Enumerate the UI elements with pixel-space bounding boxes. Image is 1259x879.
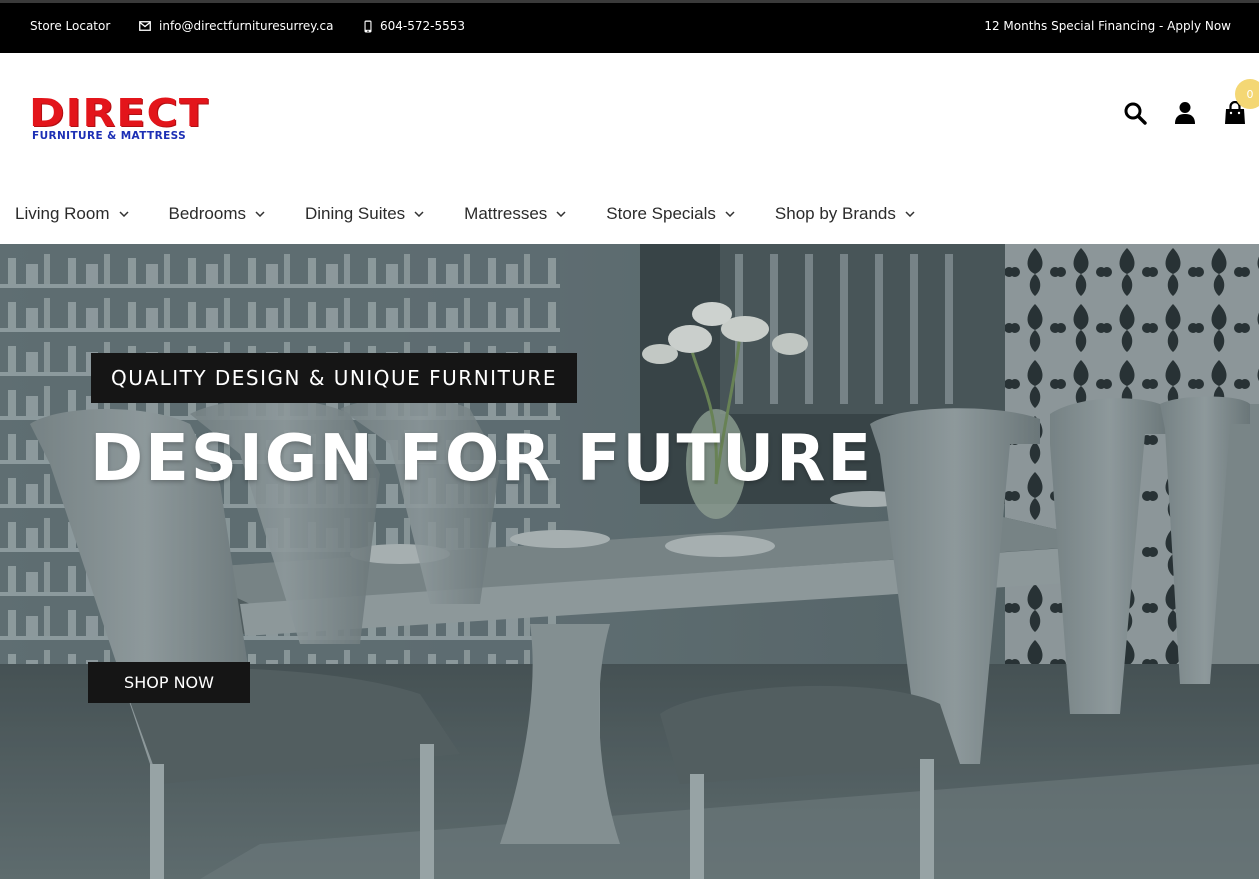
user-icon — [1174, 101, 1196, 129]
nav-item-dining-suites[interactable]: Dining Suites — [305, 204, 424, 224]
nav-item-label: Dining Suites — [304, 203, 406, 223]
header-actions: 0 — [1121, 79, 1259, 129]
financing-link[interactable]: 12 Months Special Financing - Apply Now — [984, 19, 1231, 33]
mobile-phone-icon — [364, 20, 372, 33]
site-header: DIRECT FURNITURE & MATTRESS 0 — [0, 53, 1259, 183]
phone-link[interactable]: 604-572-5553 — [364, 19, 465, 33]
nav-item-mattresses[interactable]: Mattresses — [464, 204, 566, 224]
nav-item-bedrooms[interactable]: Bedrooms — [169, 204, 265, 224]
nav-item-label: Living Room — [15, 203, 110, 223]
cart-count-badge: 0 — [1235, 79, 1259, 109]
chevron-down-icon — [255, 210, 265, 217]
nav-item-label: Shop by Brands — [774, 203, 896, 223]
envelope-icon — [139, 21, 151, 31]
chevron-down-icon — [414, 210, 424, 217]
chevron-down-icon — [118, 210, 129, 217]
main-nav: Living Room Bedrooms Dining Suites Mattr… — [0, 183, 1259, 244]
chevron-down-icon — [905, 210, 915, 217]
logo-wordmark: DIRECT — [29, 91, 210, 135]
top-bar: Store Locator info@directfurnituresurrey… — [0, 0, 1259, 53]
shop-now-button[interactable]: SHOP NOW — [88, 662, 250, 703]
search-icon — [1123, 101, 1147, 129]
nav-item-living-room[interactable]: Living Room — [15, 204, 129, 224]
logo[interactable]: DIRECT FURNITURE & MATTRESS — [29, 94, 208, 143]
chevron-down-icon — [556, 210, 566, 217]
store-locator-label: Store Locator — [30, 19, 111, 33]
cart-button[interactable]: 0 — [1221, 79, 1259, 129]
nav-item-label: Mattresses — [464, 203, 548, 223]
nav-item-store-specials[interactable]: Store Specials — [606, 204, 735, 224]
phone-label: 604-572-5553 — [380, 19, 466, 33]
hero-banner: QUALITY DESIGN & UNIQUE FURNITURE DESIGN… — [0, 244, 1259, 879]
chevron-down-icon — [725, 210, 735, 217]
nav-item-label: Bedrooms — [168, 203, 246, 223]
email-link[interactable]: info@directfurnituresurrey.ca — [139, 19, 333, 33]
account-button[interactable] — [1171, 101, 1199, 129]
hero-tagline: QUALITY DESIGN & UNIQUE FURNITURE — [91, 353, 577, 403]
email-label: info@directfurnituresurrey.ca — [159, 19, 334, 33]
nav-item-label: Store Specials — [606, 203, 716, 223]
financing-label: 12 Months Special Financing - Apply Now — [984, 19, 1231, 33]
hero-background-image — [0, 244, 1259, 879]
hero-headline: DESIGN FOR FUTURE — [90, 422, 874, 496]
store-locator-link[interactable]: Store Locator — [30, 19, 110, 33]
search-button[interactable] — [1121, 101, 1149, 129]
nav-item-shop-by-brands[interactable]: Shop by Brands — [775, 204, 915, 224]
